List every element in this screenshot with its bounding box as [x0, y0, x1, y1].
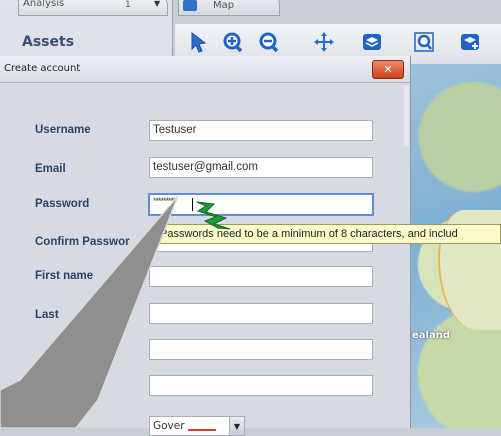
pan-icon[interactable]	[311, 29, 337, 55]
tab-map-label: Map	[213, 0, 235, 11]
tab-analysis[interactable]: Analysis 1 ▼	[18, 0, 168, 16]
confirm-password-label: Confirm Passwor	[35, 236, 130, 248]
map-icon	[183, 0, 197, 11]
extra-field[interactable]	[149, 375, 373, 396]
username-label: Username	[35, 124, 91, 136]
organization-label: ation	[90, 346, 118, 358]
layers-icon[interactable]	[359, 29, 385, 55]
password-field[interactable]: *********	[148, 193, 374, 216]
sector-select-value: Gover	[153, 420, 185, 432]
organization-field[interactable]	[149, 339, 373, 360]
dialog-scrollbar[interactable]	[404, 86, 409, 146]
first-name-field[interactable]	[149, 266, 373, 287]
pointer-icon[interactable]	[185, 29, 211, 55]
tab-analysis-label: Analysis	[23, 0, 65, 9]
map-place-label: ealand	[412, 330, 450, 341]
assets-title: Assets	[22, 34, 75, 50]
email-field[interactable]: testuser@gmail.com	[149, 157, 373, 178]
username-field[interactable]: Testuser	[149, 120, 373, 141]
tab-map[interactable]: Map	[178, 0, 280, 16]
zoom-extent-icon[interactable]	[411, 29, 437, 55]
zoom-out-icon[interactable]	[255, 29, 281, 55]
sector-select[interactable]: Gover ▼	[149, 416, 245, 436]
password-requirements-tooltip: Passwords need to be a minimum of 8 char…	[157, 224, 501, 244]
last-name-field[interactable]	[149, 303, 373, 324]
chevron-down-icon[interactable]: ▼	[229, 417, 244, 435]
dialog-titlebar[interactable]: Create account ✕	[0, 56, 410, 83]
last-name-label: Last	[35, 309, 59, 321]
password-label: Password	[35, 198, 90, 210]
close-icon: ✕	[383, 63, 393, 76]
password-mask: *********	[153, 196, 177, 206]
sector-label: Sector	[40, 418, 76, 430]
first-name-label: First name	[35, 270, 94, 282]
layers-add-icon[interactable]	[457, 29, 483, 55]
chevron-down-icon[interactable]: ▼	[154, 0, 160, 8]
text-caret	[192, 198, 193, 211]
close-button[interactable]: ✕	[372, 60, 404, 79]
dialog-title: Create account	[4, 63, 81, 74]
email-label: Email	[35, 163, 66, 175]
spellcheck-underline	[188, 429, 216, 431]
zoom-in-icon[interactable]	[219, 29, 245, 55]
tab-analysis-count: 1	[125, 0, 131, 10]
